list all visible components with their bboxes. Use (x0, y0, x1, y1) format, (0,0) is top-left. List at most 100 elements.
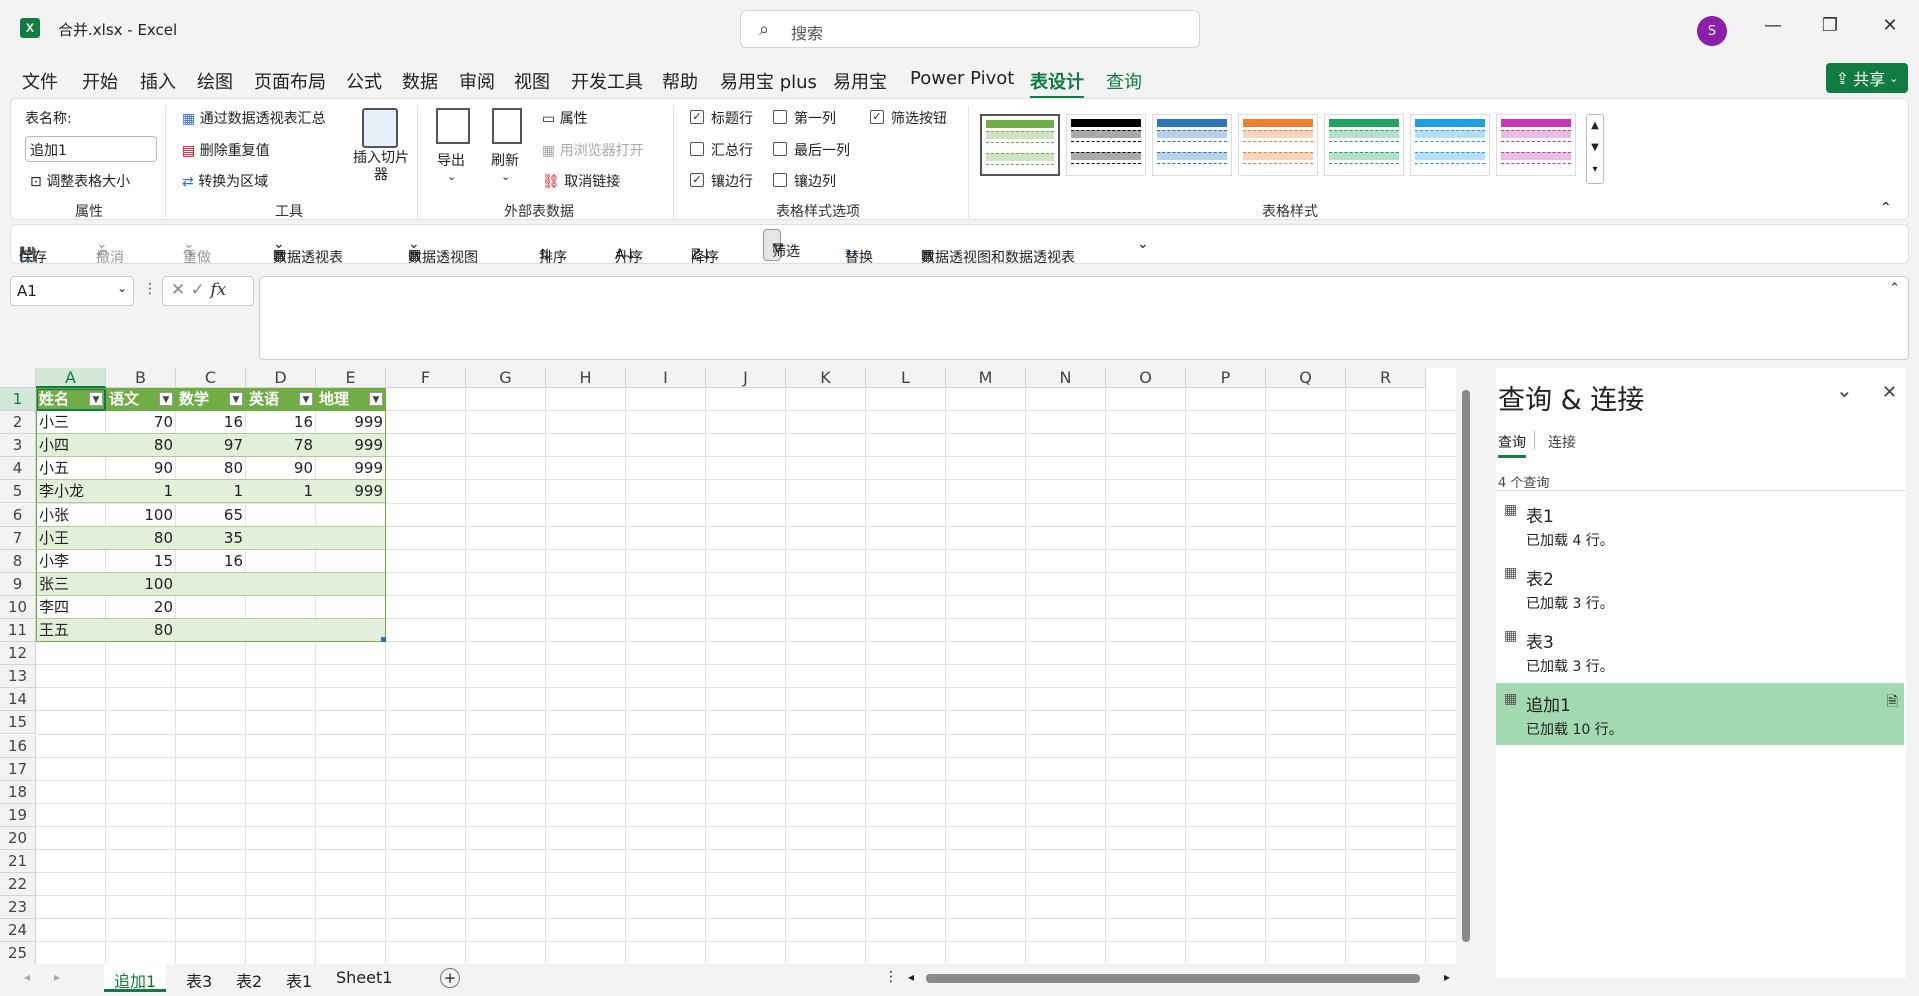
table-cell[interactable]: 999 (316, 434, 386, 458)
insert-slicer-button[interactable]: 插入切片器 (353, 150, 409, 184)
table-cell[interactable]: 16 (176, 550, 246, 573)
query-item[interactable]: ▦ 表3 已加载 3 行。 (1496, 620, 1904, 682)
row-header[interactable]: 20 (0, 826, 36, 850)
table-cell[interactable]: 100 (106, 572, 176, 596)
column-header[interactable]: J (706, 368, 786, 388)
filter-button[interactable]: ⛛ 筛选 (763, 229, 800, 261)
undo-button[interactable]: ↶ 撤消 ⌄ (96, 236, 124, 266)
ribbon-tab[interactable]: 文件 (22, 68, 58, 94)
column-header[interactable]: Q (1266, 368, 1346, 388)
table-cell[interactable]: 65 (176, 504, 246, 527)
table-cell[interactable]: 999 (316, 457, 386, 481)
table-cell[interactable]: 1 (106, 480, 176, 504)
scroll-right-icon[interactable]: ▸ (54, 970, 60, 984)
vertical-scrollbar[interactable] (1460, 372, 1474, 964)
customize-qat-icon[interactable]: ⌄ (1137, 236, 1149, 252)
query-item[interactable]: ▦ 追加1 已加载 10 行。 🗎 (1496, 683, 1904, 745)
search-box[interactable]: ⌕ 搜索 (740, 10, 1200, 48)
table-cell[interactable]: 李小龙 (36, 480, 106, 504)
banded-rows-checkbox[interactable]: ✓ (690, 173, 704, 187)
banded-columns-checkbox[interactable] (773, 173, 787, 187)
row-header[interactable]: 23 (0, 896, 36, 920)
worksheet-grid[interactable]: A B C D E F G H I J K L M N O P Q R 1 2 3 4 5 6 7 8 9 10 11 12 13 14 15 1… (0, 368, 1456, 966)
row-header[interactable]: 13 (0, 665, 36, 689)
table-cell[interactable]: 李四 (36, 596, 106, 619)
row-header[interactable]: 9 (0, 572, 36, 596)
ribbon-tab[interactable]: 查询 (1106, 68, 1142, 94)
table-cell[interactable] (316, 596, 386, 619)
horizontal-scroll-thumb[interactable] (926, 974, 1420, 983)
table-header-cell[interactable]: 地理 ▼ (316, 388, 386, 412)
column-header[interactable]: L (866, 368, 946, 388)
table-cell[interactable]: 16 (176, 411, 246, 435)
table-cell[interactable]: 70 (106, 411, 176, 435)
table-style-swatch[interactable] (980, 114, 1060, 176)
filter-dropdown-icon[interactable]: ▼ (229, 392, 243, 406)
table-cell[interactable]: 小三 (36, 411, 106, 435)
resize-table-button[interactable]: ⊡ 调整表格大小 (30, 171, 130, 191)
unlink-button[interactable]: ⛓ 取消链接 (542, 171, 620, 191)
scroll-right-icon[interactable]: ▸ (1444, 970, 1450, 984)
row-header[interactable]: 6 (0, 503, 36, 527)
row-header[interactable]: 15 (0, 711, 36, 735)
refresh-button[interactable]: 刷新 (491, 150, 519, 170)
gallery-scroll-icon[interactable]: ▲ ▼ ▾ (1586, 114, 1604, 184)
row-header[interactable]: 19 (0, 803, 36, 827)
table-cell[interactable]: 80 (106, 619, 176, 643)
remove-duplicates-button[interactable]: ▤ 删除重复值 (182, 140, 270, 160)
row-header[interactable]: 4 (0, 457, 36, 481)
filter-dropdown-icon[interactable]: ▼ (369, 392, 383, 406)
table-cell[interactable] (316, 619, 386, 643)
row-header[interactable]: 5 (0, 480, 36, 504)
table-cell[interactable]: 1 (246, 480, 316, 504)
table-cell[interactable]: 20 (106, 596, 176, 619)
query-item[interactable]: ▦ 表1 已加载 4 行。 (1496, 494, 1904, 556)
select-all-corner[interactable] (0, 368, 36, 388)
first-column-checkbox[interactable] (773, 110, 787, 124)
last-column-checkbox[interactable] (773, 142, 787, 156)
table-cell[interactable] (316, 504, 386, 527)
table-style-swatch[interactable] (1496, 114, 1576, 176)
filter-dropdown-icon[interactable]: ▼ (89, 392, 103, 406)
tab-connections[interactable]: 连接 (1548, 432, 1576, 452)
table-cell[interactable]: 16 (246, 411, 316, 435)
table-style-swatch[interactable] (1152, 114, 1232, 176)
table-cell[interactable]: 97 (176, 434, 246, 458)
enter-icon[interactable]: ✓ (191, 280, 205, 300)
avatar[interactable]: S (1697, 16, 1727, 46)
row-header[interactable]: 3 (0, 434, 36, 458)
table-cell[interactable]: 小李 (36, 550, 106, 573)
ribbon-tab[interactable]: 视图 (514, 68, 550, 94)
column-header[interactable]: F (386, 368, 466, 388)
table-cell[interactable]: 小四 (36, 434, 106, 458)
table-header-cell[interactable]: 语文 ▼ (106, 388, 176, 412)
minimize-icon[interactable]: — (1758, 15, 1788, 36)
table-cell[interactable]: 999 (316, 480, 386, 504)
ribbon-tab[interactable]: 帮助 (662, 68, 698, 94)
column-header[interactable]: C (176, 368, 246, 388)
row-header[interactable]: 11 (0, 619, 36, 643)
ribbon-tab[interactable]: 页面布局 (254, 68, 326, 94)
sheet-tab[interactable]: 表2 (226, 964, 272, 992)
table-cell[interactable] (246, 619, 316, 643)
ribbon-tab[interactable]: 开始 (82, 68, 118, 94)
table-cell[interactable]: 100 (106, 504, 176, 527)
ribbon-tab[interactable]: 插入 (140, 68, 176, 94)
table-cell[interactable]: 小王 (36, 526, 106, 550)
table-cell[interactable] (246, 504, 316, 527)
table-cell[interactable]: 999 (316, 411, 386, 435)
pivot-chart-button[interactable]: ▦ 数据透视图 ⌄ (408, 236, 478, 266)
table-cell[interactable]: 1 (176, 480, 246, 504)
column-header[interactable]: K (786, 368, 866, 388)
sheet-tab[interactable]: 表3 (176, 964, 222, 992)
close-icon[interactable]: ✕ (1882, 382, 1897, 403)
table-style-swatch[interactable] (1066, 114, 1146, 176)
row-header[interactable]: 14 (0, 688, 36, 712)
sheet-tab[interactable]: 表1 (276, 964, 322, 992)
query-item[interactable]: ▦ 表2 已加载 3 行。 (1496, 557, 1904, 619)
table-cell[interactable]: 小五 (36, 457, 106, 481)
table-cell[interactable] (316, 526, 386, 550)
table-header-cell[interactable]: 数学 ▼ (176, 388, 246, 412)
column-header[interactable]: G (466, 368, 546, 388)
table-cell[interactable]: 35 (176, 526, 246, 550)
